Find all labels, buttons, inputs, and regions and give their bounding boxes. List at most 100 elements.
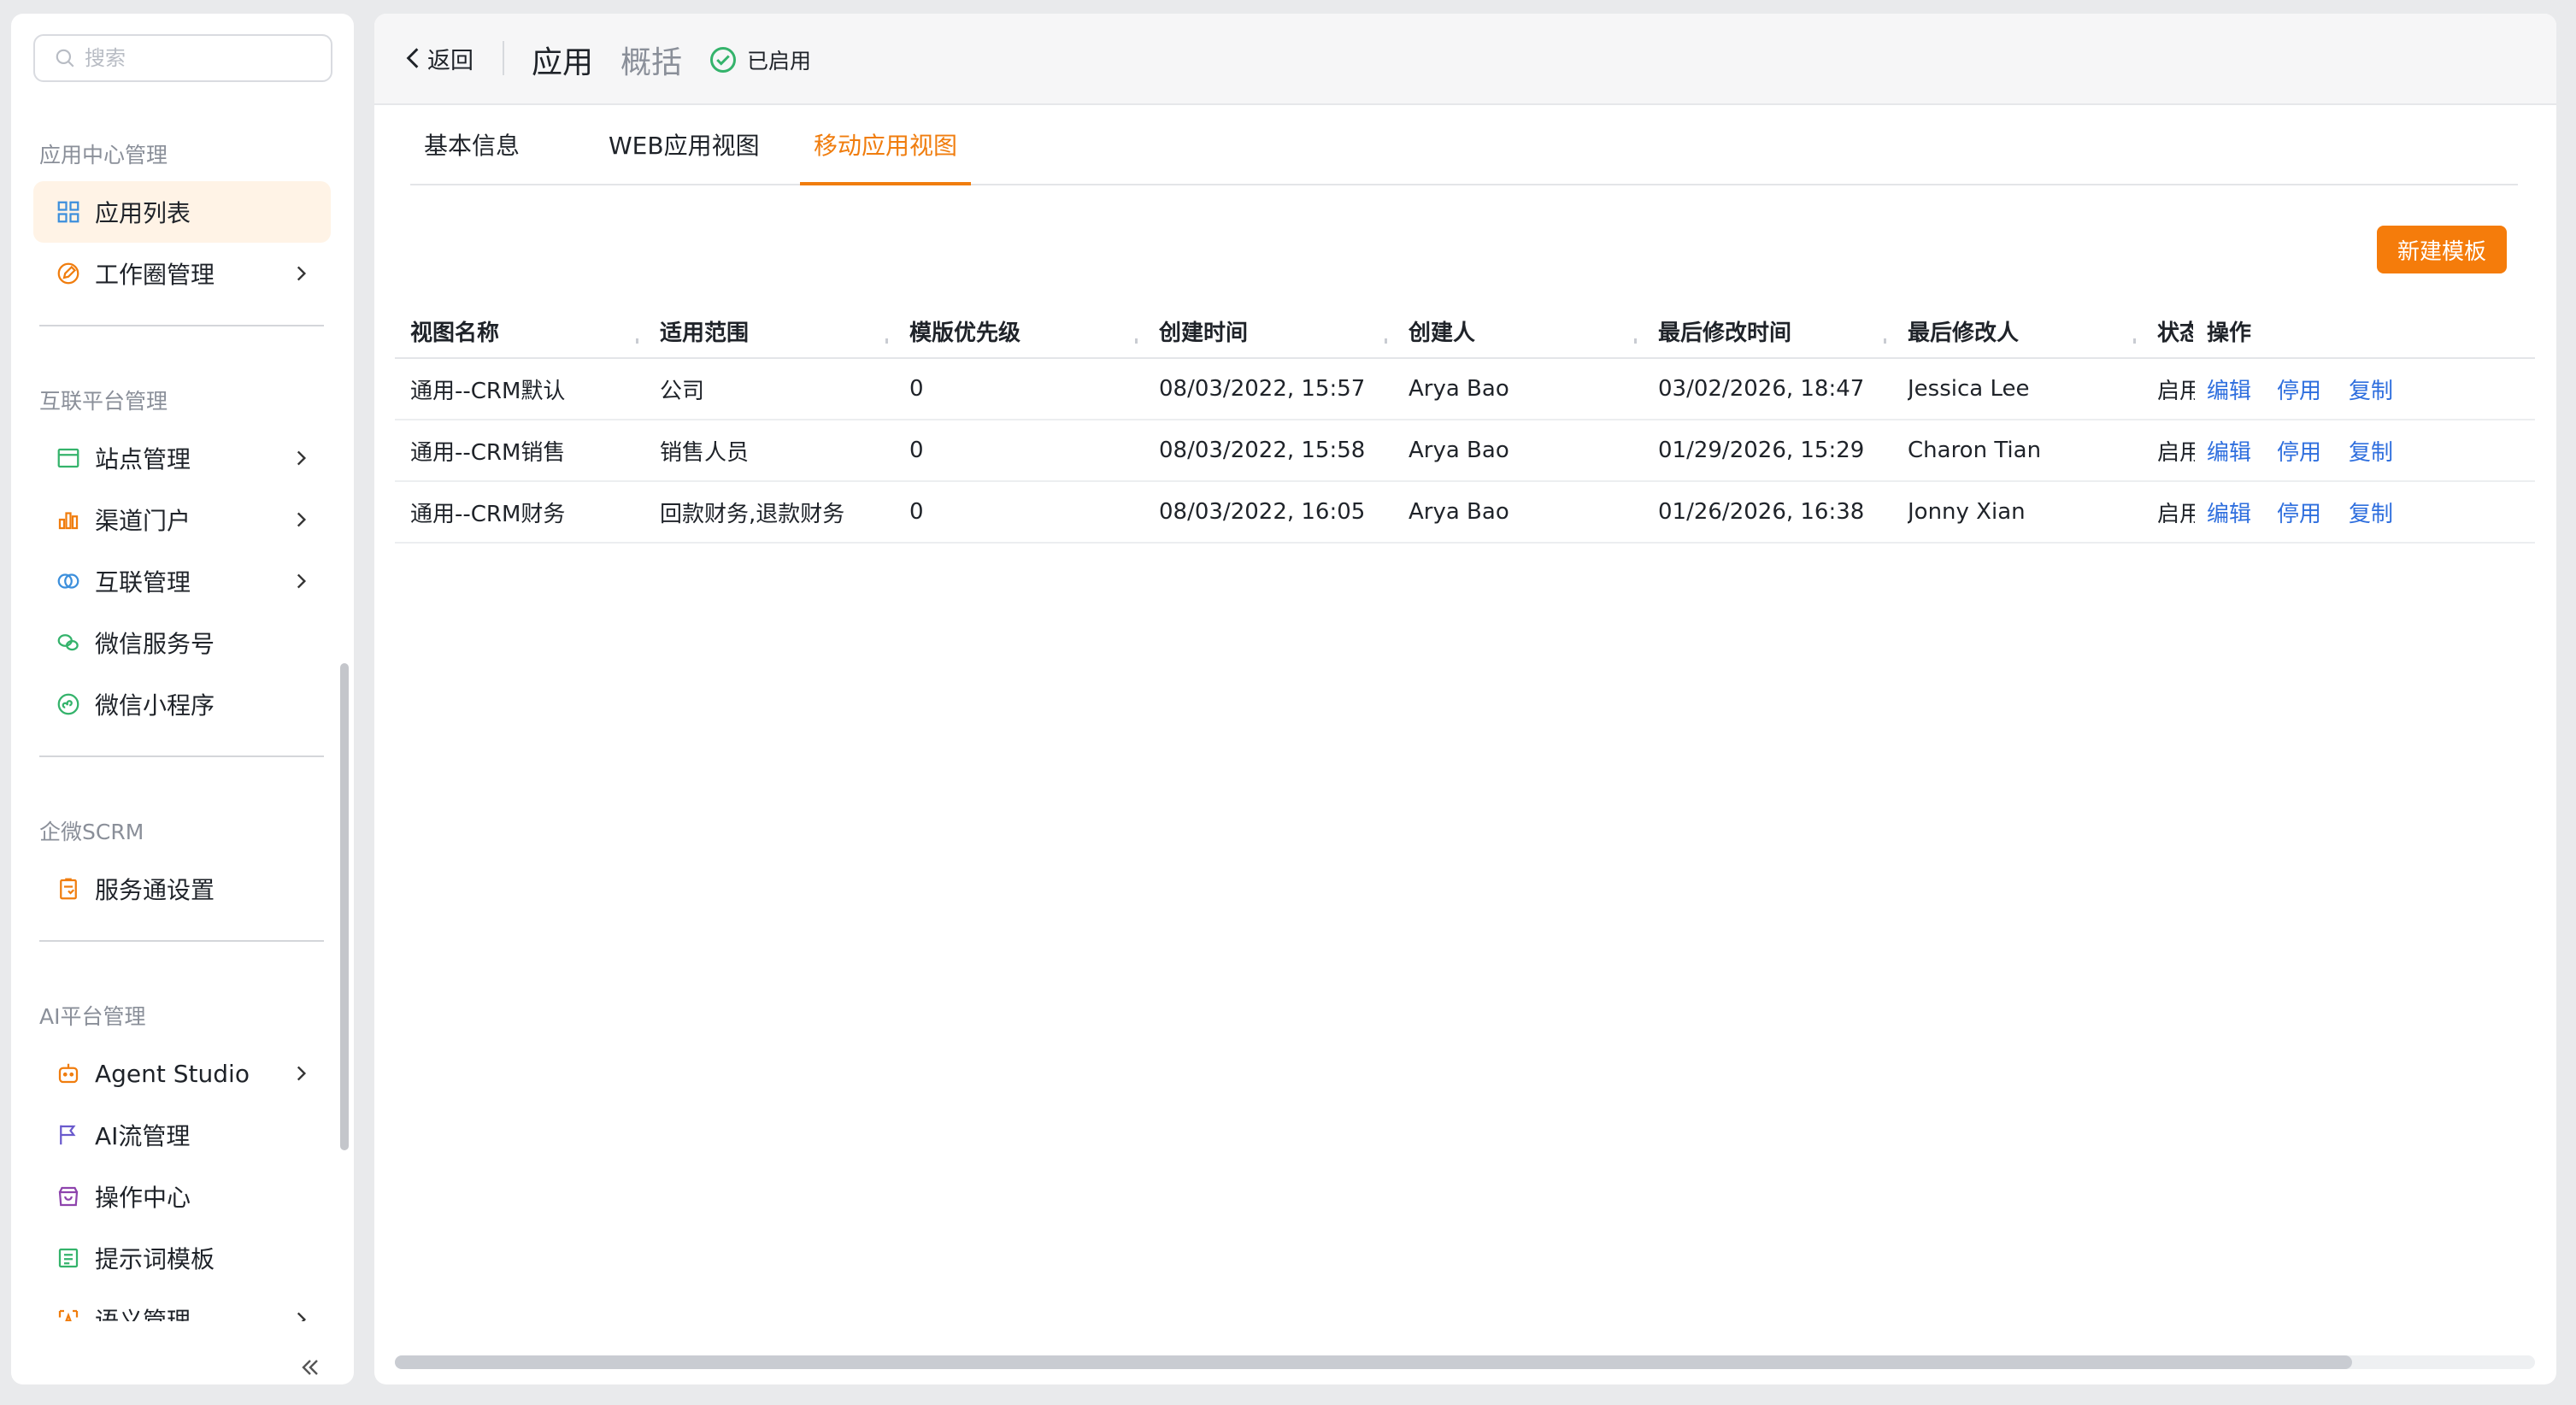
sidebar-item-service-settings[interactable]: 服务通设置 (33, 858, 331, 920)
column-header-modifier[interactable]: 最后修改人 (1908, 304, 2019, 357)
cell-modified-at: 03/02/2026, 18:47 (1658, 376, 1865, 402)
sidebar-item-label: 渠道门户 (95, 507, 191, 535)
sidebar-item-label: 应用列表 (95, 199, 191, 227)
chevron-right-icon (297, 512, 307, 527)
disable-link[interactable]: 停用 (2277, 482, 2321, 542)
column-header-actions: 操作 (2207, 320, 2252, 346)
cell-modified-at: 01/29/2026, 15:29 (1658, 438, 1865, 463)
cell-name: 通用--CRM财务 (410, 501, 566, 527)
overview-link[interactable]: 概括 (620, 38, 682, 82)
cell-modifier: Charon Tian (1908, 438, 2042, 463)
table-header: 视图名称 适用范围 模版优先级 创建时间 创建人 最后修改时间 最后修改人 状态… (395, 304, 2535, 359)
status-badge: 已启用 (747, 49, 812, 73)
edit-link[interactable]: 编辑 (2207, 482, 2251, 542)
copy-link[interactable]: 复制 (2349, 482, 2393, 542)
cell-creator: Arya Bao (1409, 438, 1509, 463)
cell-created-at: 08/03/2022, 15:58 (1159, 438, 1366, 463)
cell-name: 通用--CRM销售 (410, 439, 566, 466)
section-title-ai: AI平台管理 (39, 1004, 146, 1029)
copy-link[interactable]: 复制 (2349, 420, 2393, 480)
sidebar-divider (39, 325, 324, 326)
column-resize-handle[interactable] (885, 338, 888, 344)
column-header-created-at[interactable]: 创建时间 (1159, 304, 1248, 357)
sidebar-item-label: 服务通设置 (95, 876, 215, 904)
cell-creator: Arya Bao (1409, 376, 1509, 402)
sidebar-item-channel-portal[interactable]: 渠道门户 (33, 489, 331, 550)
column-resize-handle[interactable] (1884, 338, 1886, 344)
sidebar-item-interconnect[interactable]: 互联管理 (33, 550, 331, 612)
cell-priority: 0 (909, 438, 924, 463)
sidebar-divider (39, 940, 324, 942)
cell-scope: 公司 (660, 378, 705, 404)
back-label: 返回 (427, 47, 473, 74)
sidebar-item-label: 工作圈管理 (95, 261, 215, 289)
sidebar-item-prompt-template[interactable]: 提示词模板 (33, 1227, 331, 1289)
cell-created-at: 08/03/2022, 15:57 (1159, 376, 1366, 402)
collapse-sidebar-icon[interactable] (297, 1354, 324, 1381)
cell-modifier: Jessica Lee (1908, 376, 2030, 402)
sidebar-item-wechat-service[interactable]: 微信服务号 (33, 612, 331, 673)
view-tabs: 基本信息 WEB应用视图 移动应用视图 (410, 105, 2518, 185)
sidebar-item-ai-flow[interactable]: AI流管理 (33, 1104, 331, 1166)
grid-icon (56, 199, 81, 225)
chevron-right-icon (297, 573, 307, 589)
section-title-scrm: 企微SCRM (39, 820, 144, 844)
link-rings-icon (56, 568, 81, 594)
column-resize-handle[interactable] (1385, 338, 1387, 344)
column-header-name[interactable]: 视图名称 (410, 304, 499, 357)
mini-program-icon (56, 691, 81, 717)
cell-priority: 0 (909, 499, 924, 525)
tab-basic-info[interactable]: 基本信息 (424, 105, 520, 184)
column-resize-handle[interactable] (2133, 338, 2136, 344)
sidebar-item-label: Agent Studio (95, 1059, 250, 1088)
chevron-right-icon (297, 266, 307, 281)
disable-link[interactable]: 停用 (2277, 420, 2321, 480)
edit-link[interactable]: 编辑 (2207, 359, 2251, 419)
page-header: 返回 应用 概括 已启用 (374, 14, 2556, 105)
tab-web-view[interactable]: WEB应用视图 (609, 105, 760, 184)
chevron-right-icon (297, 450, 307, 466)
column-resize-handle[interactable] (636, 338, 638, 344)
status-indicator: 已启用 (708, 44, 811, 75)
search-box[interactable] (33, 34, 332, 82)
sidebar-item-work-circle[interactable]: 工作圈管理 (33, 243, 331, 304)
sidebar-item-agent-studio[interactable]: Agent Studio (33, 1043, 331, 1104)
cell-status: 启用 (2157, 439, 2195, 466)
cell-modifier: Jonny Xian (1908, 499, 2026, 525)
site-icon (56, 445, 81, 471)
sidebar-item-operation-center[interactable]: 操作中心 (33, 1166, 331, 1227)
scrollbar-thumb[interactable] (395, 1355, 2352, 1369)
search-input[interactable] (85, 46, 324, 70)
column-header-scope[interactable]: 适用范围 (660, 304, 749, 357)
sidebar-item-site[interactable]: 站点管理 (33, 427, 331, 489)
table-row: 通用--CRM默认 公司 0 08/03/2022, 15:57 Arya Ba… (395, 359, 2535, 420)
chevron-right-icon (297, 1066, 307, 1081)
check-circle-icon (710, 47, 736, 73)
sidebar-item-app-list[interactable]: 应用列表 (33, 181, 331, 243)
sidebar-footer (11, 1321, 336, 1384)
copy-link[interactable]: 复制 (2349, 359, 2393, 419)
edit-link[interactable]: 编辑 (2207, 420, 2251, 480)
tab-mobile-view[interactable]: 移动应用视图 (799, 105, 972, 185)
column-header-status[interactable]: 状态 (2157, 304, 2193, 357)
chevron-left-icon (406, 48, 419, 68)
column-header-priority[interactable]: 模版优先级 (909, 304, 1020, 357)
sidebar-divider (39, 755, 324, 757)
new-template-button[interactable]: 新建模板 (2377, 226, 2507, 273)
disable-link[interactable]: 停用 (2277, 359, 2321, 419)
service-clipboard-icon (56, 876, 81, 902)
horizontal-scrollbar[interactable] (395, 1355, 2535, 1369)
column-resize-handle[interactable] (1634, 338, 1637, 344)
back-button[interactable]: 返回 (403, 41, 473, 75)
column-header-modified-at[interactable]: 最后修改时间 (1658, 304, 1791, 357)
cell-name: 通用--CRM默认 (410, 378, 566, 404)
search-icon (56, 49, 74, 68)
column-header-creator[interactable]: 创建人 (1409, 304, 1475, 357)
sidebar-item-mini-program[interactable]: 微信小程序 (33, 673, 331, 735)
list-doc-icon (56, 1245, 81, 1271)
section-title-interconnect: 互联平台管理 (39, 389, 168, 414)
page-title: 应用 (532, 45, 594, 80)
sidebar-item-label: 微信服务号 (95, 630, 215, 658)
sidebar-scrollbar[interactable] (340, 663, 349, 1150)
column-resize-handle[interactable] (1135, 338, 1138, 344)
